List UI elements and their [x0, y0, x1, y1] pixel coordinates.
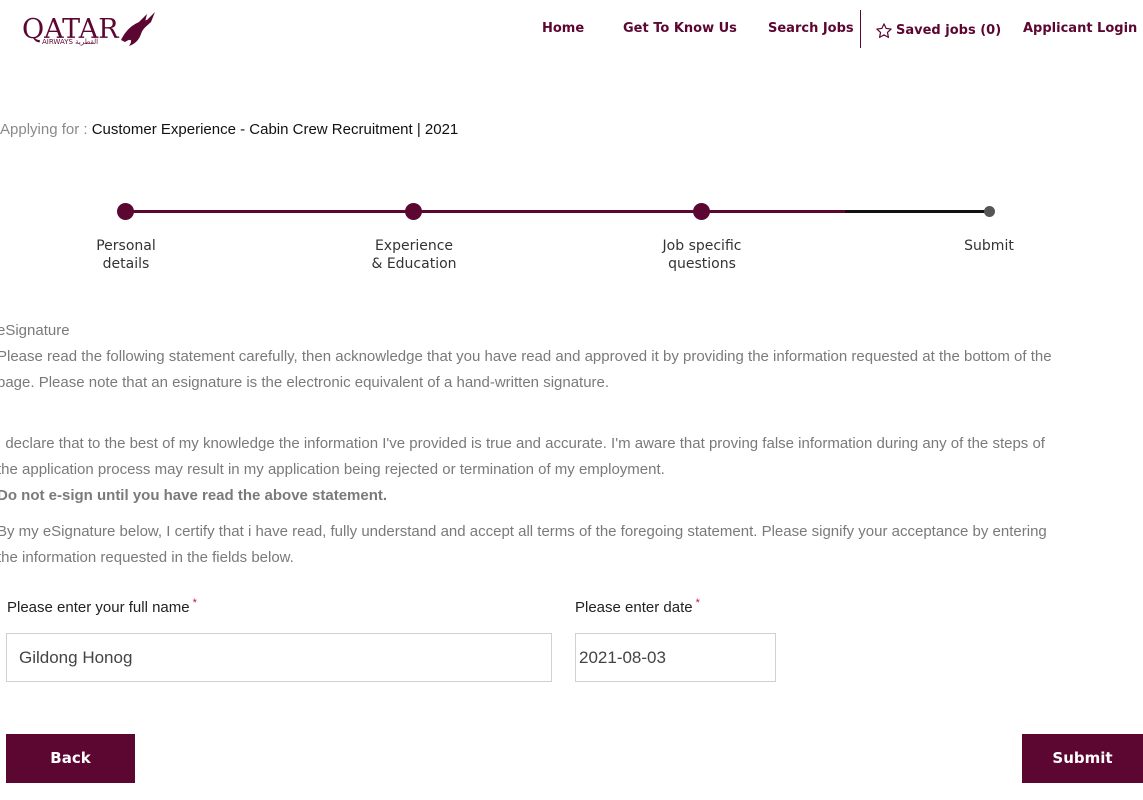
step-dot-submit [984, 206, 995, 217]
esignature-intro-line1: Please read the following statement care… [0, 348, 1052, 365]
job-title: Customer Experience - Cabin Crew Recruit… [91, 121, 459, 138]
step-dot-personal [117, 203, 134, 220]
star-icon[interactable] [875, 22, 893, 40]
submit-button[interactable]: Submit [1022, 734, 1143, 783]
applying-for-label: Applying for : [0, 121, 92, 138]
esignature-intro-line2: page. Please note that an esignature is … [0, 374, 610, 391]
step-label-submit: Submit [909, 237, 1069, 255]
applying-for: Applying for : Customer Experience - Cab… [0, 121, 458, 138]
step-label-line: & Education [371, 256, 457, 272]
back-button[interactable]: Back [6, 734, 135, 783]
full-name-label: Please enter your full name * [7, 597, 197, 616]
nav-home[interactable]: Home [542, 21, 584, 36]
required-mark: * [695, 597, 700, 609]
certify-line1: By my eSignature below, I certify that i… [0, 523, 1047, 540]
step-label-job-specific: Job specific questions [622, 237, 782, 273]
step-label-line: Submit [964, 238, 1014, 254]
declaration-line1: I declare that to the best of my knowled… [0, 435, 1045, 452]
logo-subtext: AIRWAYS القطرية [42, 38, 99, 46]
full-name-input[interactable] [6, 633, 552, 682]
date-label: Please enter date * [575, 597, 700, 616]
esign-warning: Do not e-sign until you have read the ab… [0, 487, 388, 504]
date-label-text: Please enter date [575, 599, 693, 616]
qatar-airways-logo[interactable]: QATAR AIRWAYS القطرية [22, 10, 162, 50]
step-label-line: questions [668, 256, 736, 272]
nav-search-jobs[interactable]: Search Jobs [768, 21, 854, 36]
nav-divider [860, 10, 861, 48]
step-label-line: Experience [374, 238, 454, 254]
nav-applicant-login[interactable]: Applicant Login [1023, 21, 1137, 36]
stepper-track-remaining [845, 210, 989, 213]
full-name-label-text: Please enter your full name [7, 599, 190, 616]
step-label-experience: Experience & Education [334, 237, 494, 273]
step-dot-job-specific [693, 203, 710, 220]
nav-get-to-know-us[interactable]: Get To Know Us [623, 21, 737, 36]
certify-line2: the information requested in the fields … [0, 549, 294, 566]
date-input[interactable] [575, 633, 776, 682]
nav-saved-jobs[interactable]: Saved jobs (0) [896, 23, 1001, 38]
site-header: QATAR AIRWAYS القطرية Home Get To Know U… [0, 0, 1143, 60]
step-label-personal: Personal details [46, 237, 206, 273]
step-label-line: Personal [96, 238, 156, 254]
declaration-line2: the application process may result in my… [0, 461, 665, 478]
step-dot-experience [405, 203, 422, 220]
step-label-line: Job specific [662, 238, 742, 254]
esignature-heading: eSignature [0, 322, 70, 339]
oryx-icon [121, 12, 155, 46]
step-label-line: details [102, 256, 150, 272]
stepper-track-complete [125, 210, 845, 213]
required-mark: * [192, 597, 197, 609]
